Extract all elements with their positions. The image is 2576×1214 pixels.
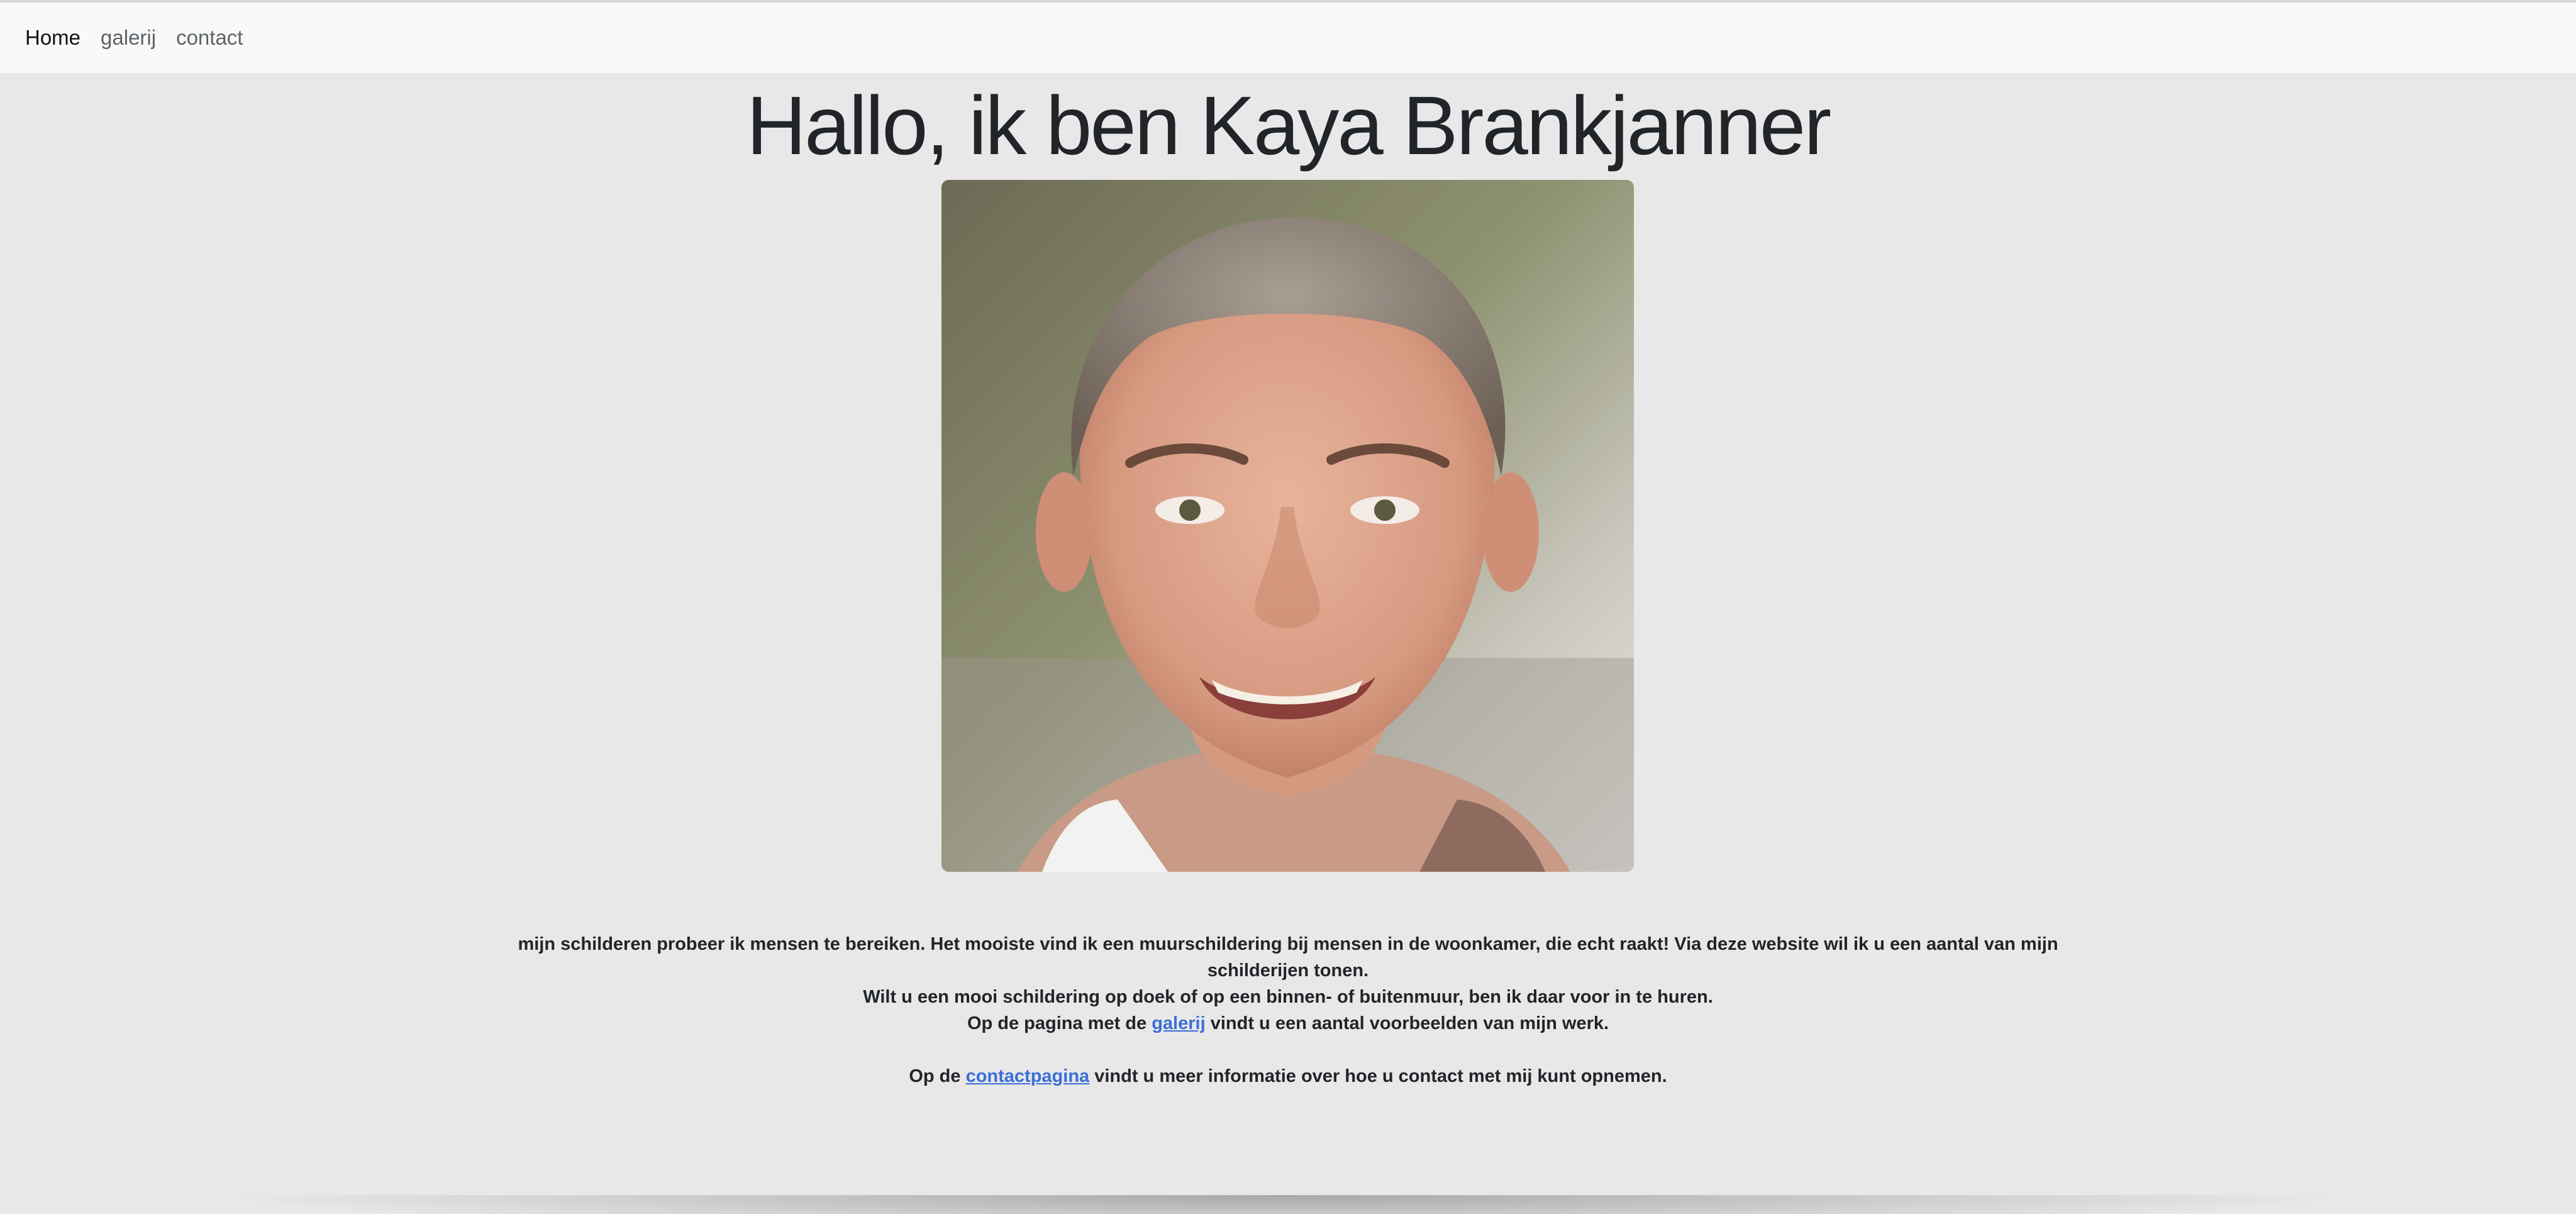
intro-paragraph-1: mijn schilderen probeer ik mensen te ber… (518, 934, 2058, 981)
gallery-link[interactable]: galerij (1152, 1013, 1205, 1033)
intro-paragraph-4: Op de contactpagina vindt u meer informa… (503, 1063, 2073, 1089)
portrait-photo (941, 180, 1634, 872)
intro-contact-suffix: vindt u meer informatie over hoe u conta… (1089, 1066, 1667, 1086)
page-title: Hallo, ik ben Kaya Brankjanner (746, 79, 1831, 172)
intro-gallery-prefix: Op de pagina met de (967, 1013, 1152, 1033)
intro-paragraph-3: Op de pagina met de galerij vindt u een … (503, 1010, 2073, 1037)
nav-galerij-link[interactable]: galerij (101, 26, 156, 50)
intro-paragraph-2: Wilt u een mooi schildering op doek of o… (863, 987, 1713, 1007)
page: Home galerij contact Hallo, ik ben Kaya … (0, 0, 2576, 1214)
intro-gallery-suffix: vindt u een aantal voorbeelden van mijn … (1205, 1013, 1609, 1033)
intro-contact-prefix: Op de (909, 1066, 966, 1086)
portrait-illustration (941, 180, 1634, 872)
nav-contact-link[interactable]: contact (176, 26, 243, 50)
nav-home-link[interactable]: Home (25, 26, 80, 50)
navbar: Home galerij contact (0, 3, 2576, 73)
intro-text: mijn schilderen probeer ik mensen te ber… (503, 931, 2073, 1089)
contact-page-link[interactable]: contactpagina (966, 1066, 1090, 1086)
footer-shadow (214, 1195, 2352, 1214)
